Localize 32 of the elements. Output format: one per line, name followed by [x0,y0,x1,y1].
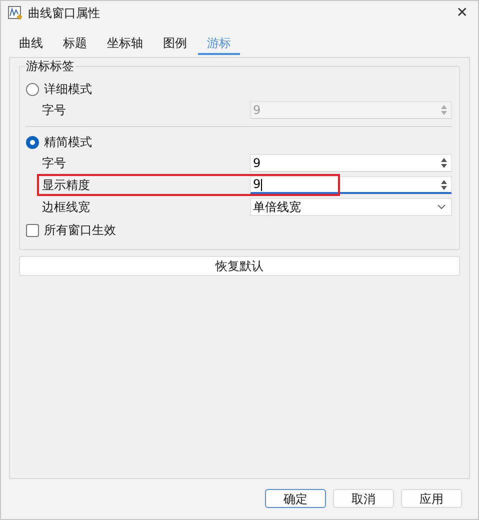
spin-field[interactable]: 9 [250,154,452,172]
spin-arrows-icon[interactable] [440,178,448,190]
field-label: 显示精度 [41,177,91,194]
field-label: 边框线宽 [41,199,91,216]
spin-arrows-icon[interactable] [440,157,448,169]
dialog-button[interactable]: 应用 [401,489,462,508]
field-value: 9 [252,178,263,191]
radio-button[interactable] [26,136,39,148]
tab[interactable]: 标题 [54,33,96,55]
radio-button[interactable] [26,82,39,96]
dialog-button[interactable]: 取消 [333,489,394,508]
window-title: 曲线窗口属性 [28,5,101,22]
restore-defaults-button[interactable]: 恢复默认 [19,256,460,276]
dialog-button[interactable]: 确定 [265,489,326,508]
tab[interactable]: 坐标轴 [98,33,152,55]
chart-window-icon [8,6,22,20]
dropdown[interactable]: 单倍线宽 [250,198,452,216]
checkbox-label: 所有窗口生效 [44,222,116,239]
close-button[interactable]: ✕ [456,6,468,20]
tab[interactable]: 图例 [154,33,196,55]
group-title: 游标标签 [25,59,75,73]
spin-field[interactable]: 9 [250,176,452,194]
chevron-down-icon [437,204,446,210]
field-label: 字号 [41,102,67,119]
dropdown-value: 单倍线宽 [252,201,302,213]
radio-label: 详细模式 [44,81,92,98]
radio-label: 精简模式 [44,134,92,151]
field-label: 字号 [41,155,67,172]
tab[interactable]: 曲线 [10,33,52,55]
field-value: 9 [252,104,262,116]
field-value: 9 [252,157,262,169]
checkbox[interactable] [26,224,39,236]
